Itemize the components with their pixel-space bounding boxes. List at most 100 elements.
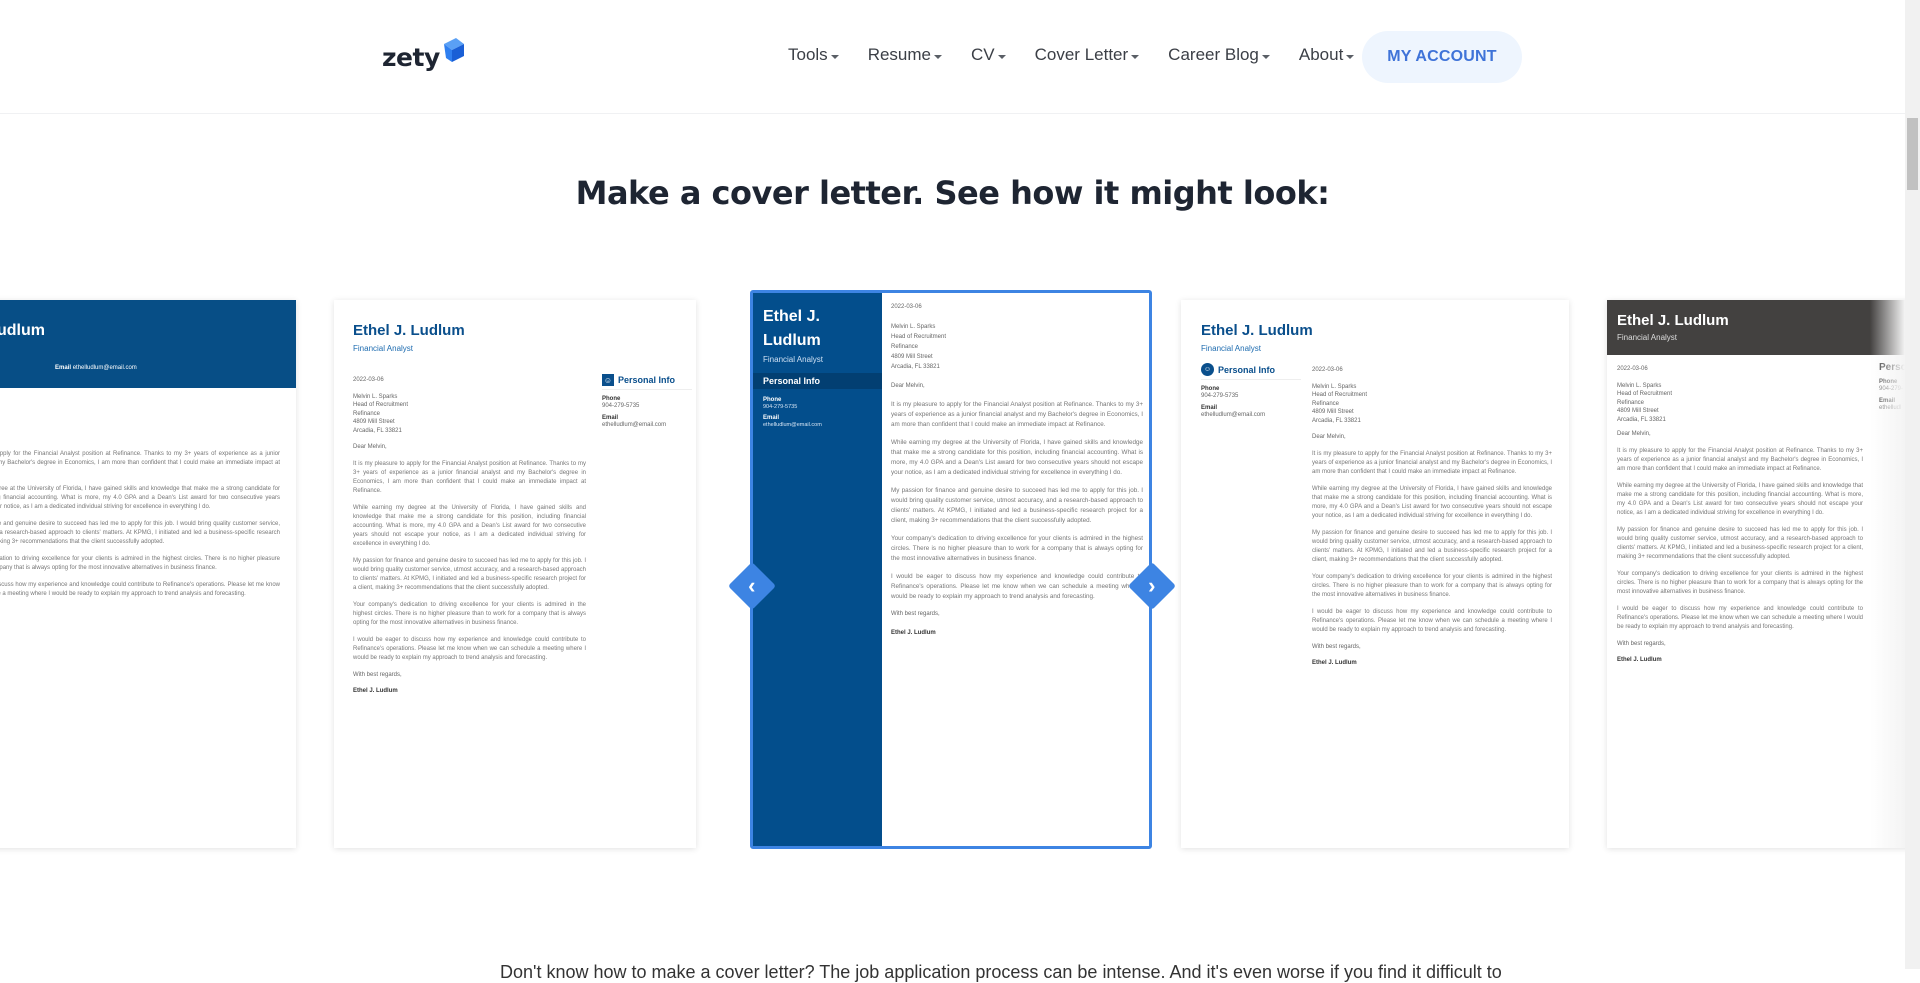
letter-date: 2022-03-06: [1617, 366, 1648, 372]
personal-info-label: Personal Info: [618, 375, 676, 385]
paragraph: Your company's dedication to driving exc…: [0, 556, 280, 571]
caret-down-icon: [830, 54, 839, 59]
email-line: Email ethelludlum@email.com: [55, 365, 137, 371]
nav-cv[interactable]: CV: [971, 45, 1006, 65]
signature: Ethel J. Ludlum: [353, 688, 398, 694]
logo-text: zety: [382, 43, 440, 72]
recipient-line: Refinance: [1312, 400, 1340, 407]
nav-cover-letter[interactable]: Cover Letter: [1035, 45, 1140, 65]
template-card-1[interactable]: udlum Email ethelludlum@email.com It is …: [0, 300, 296, 848]
paragraph: I would be eager to discuss how my exper…: [353, 636, 586, 661]
recipient-line: Arcadia, FL 33821: [1312, 417, 1361, 424]
recipient-line: Refinance: [353, 410, 381, 417]
paragraph: While earning my degree at the Universit…: [891, 439, 1143, 476]
closing: With best regards,: [891, 611, 940, 617]
recipient-line: Head of Recruitment: [1312, 392, 1368, 398]
caret-down-icon: [1346, 54, 1355, 59]
recipient-line: Melvin L. Sparks: [353, 393, 398, 400]
greeting: Dear Melvin,: [1312, 434, 1346, 440]
email-value: ethelludlum@email.com: [763, 422, 822, 428]
greeting: Dear Melvin,: [891, 382, 925, 389]
recipient-line: Arcadia, FL 33821: [353, 427, 402, 434]
phone-value: 904-279-5735: [763, 404, 798, 410]
paragraph: Your company's dedication to driving exc…: [353, 601, 586, 626]
recipient-line: Melvin L. Sparks: [891, 323, 936, 330]
paragraph: While earning my degree at the Universit…: [1312, 485, 1552, 519]
paragraph: My passion for finance and genuine desir…: [1617, 526, 1863, 560]
nav-label: Resume: [867, 45, 931, 64]
paragraph: While earning my degree at the Universit…: [353, 504, 586, 547]
paragraph: It is my pleasure to apply for the Finan…: [0, 451, 280, 466]
template-card-2[interactable]: Ethel J. Ludlum Financial Analyst 2022-0…: [334, 300, 696, 848]
applicant-role: Financial Analyst: [1201, 344, 1262, 353]
user-icon: ☺: [602, 374, 614, 386]
email-label: Email: [55, 365, 72, 371]
letter-body: 2022-03-06 Melvin L. Sparks Head of Recr…: [1617, 365, 1863, 665]
email-value: ethelludlum@email.com: [72, 365, 137, 371]
closing: With best regards,: [1617, 640, 1666, 647]
intro-paragraph: Don't know how to make a cover letter? T…: [500, 962, 1502, 982]
card-header: udlum Email ethelludlum@email.com: [0, 300, 296, 388]
email-value: ethelludlum@email.com: [602, 421, 667, 428]
section-heading: Make a cover letter. See how it might lo…: [575, 174, 1330, 212]
nav-resume[interactable]: Resume: [868, 45, 942, 65]
personal-info-heading: ☺ Personal Info: [1201, 363, 1301, 380]
letter-date: 2022-03-06: [891, 304, 922, 310]
caret-down-icon: [997, 54, 1006, 59]
nav-label: Tools: [788, 45, 828, 64]
caret-down-icon: [1261, 54, 1270, 59]
paragraph: I would be eager to discuss how my exper…: [0, 582, 280, 597]
recipient-line: 4809 Mill Street: [1312, 409, 1354, 415]
paragraph: It is my pleasure to apply for the Finan…: [1617, 447, 1863, 472]
paragraph: It is my pleasure to apply for the Finan…: [353, 460, 586, 494]
recipient-line: Melvin L. Sparks: [1312, 383, 1357, 390]
paragraph: Your company's dedication to driving exc…: [1312, 573, 1552, 598]
phone-value: 904-279-5735: [602, 403, 640, 409]
nav-about[interactable]: About: [1299, 45, 1355, 65]
my-account-button[interactable]: MY ACCOUNT: [1362, 31, 1522, 83]
chevron-left-icon: ‹: [748, 572, 756, 598]
applicant-role: Financial Analyst: [353, 344, 414, 353]
logo-cube-icon: [443, 38, 464, 62]
phone-value: 904-279-5735: [1201, 393, 1239, 399]
recipient-line: Melvin L. Sparks: [1617, 382, 1662, 389]
closing: With best regards,: [353, 671, 402, 678]
paragraph: It is my pleasure to apply for the Finan…: [891, 401, 1143, 428]
caret-down-icon: [1131, 54, 1140, 59]
recipient-line: Head of Recruitment: [1617, 391, 1673, 397]
scrollbar-thumb[interactable]: [1907, 118, 1918, 190]
nav-tools[interactable]: Tools: [788, 45, 839, 65]
carousel-edge-fade: [1870, 300, 1905, 848]
recipient-line: Head of Recruitment: [891, 333, 947, 340]
template-card-4[interactable]: Ethel J. Ludlum Financial Analyst ☺ Perso…: [1181, 300, 1569, 848]
recipient-line: 4809 Mill Street: [891, 353, 933, 360]
paragraph: My passion for finance and genuine desir…: [0, 521, 280, 545]
paragraph: I would be eager to discuss how my exper…: [1617, 605, 1863, 630]
nav-career-blog[interactable]: Career Blog: [1168, 45, 1270, 65]
name-line: Ludlum: [763, 332, 821, 349]
personal-info-panel: ☺ Personal Info Phone 904-279-5735 Email …: [1201, 363, 1301, 419]
page-scrollbar[interactable]: [1905, 0, 1920, 969]
main-nav: Tools Resume CV Cover Letter Career Blog…: [788, 36, 1383, 74]
paragraph: It is my pleasure to apply for the Finan…: [1312, 450, 1552, 475]
paragraph: While earning my degree at the Universit…: [0, 486, 280, 510]
applicant-name: udlum: [0, 322, 45, 339]
paragraph: While earning my degree at the Universit…: [1617, 482, 1863, 516]
paragraph: My passion for finance and genuine desir…: [891, 487, 1143, 524]
paragraph: Your company's dedication to driving exc…: [891, 535, 1143, 562]
personal-info-label: Personal Info: [1218, 364, 1276, 375]
email-value: ethelludlum@email.com: [1201, 411, 1266, 418]
recipient-line: 4809 Mill Street: [1617, 408, 1659, 414]
template-card-selected[interactable]: Ethel J. Ludlum Financial Analyst Persona…: [750, 290, 1152, 849]
paragraph: My passion for finance and genuine desir…: [353, 557, 586, 591]
applicant-name: Ethel J. Ludlum: [353, 322, 465, 339]
greeting: Dear Melvin,: [353, 444, 387, 450]
personal-info-heading: Personal Info: [753, 373, 882, 389]
paragraph: Your company's dedication to driving exc…: [1617, 570, 1863, 595]
applicant-name: Ethel J. Ludlum: [763, 305, 821, 353]
applicant-name: Ethel J. Ludlum: [1201, 322, 1313, 339]
zety-logo[interactable]: zety: [382, 36, 464, 72]
applicant-role: Financial Analyst: [763, 355, 824, 364]
caret-down-icon: [934, 54, 942, 59]
nav-label: CV: [971, 45, 995, 64]
